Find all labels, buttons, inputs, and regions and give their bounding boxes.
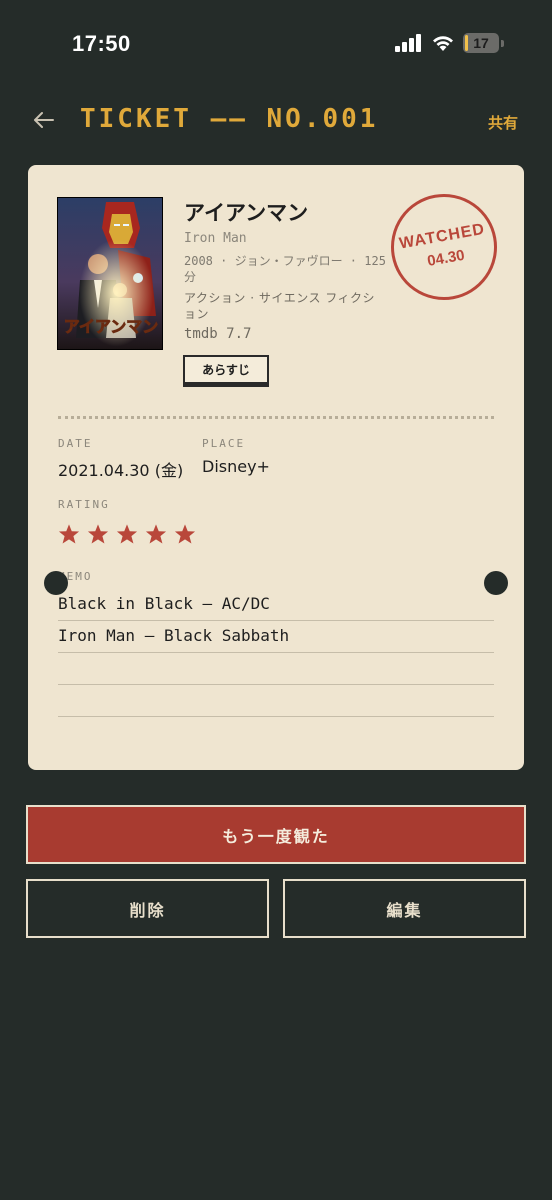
memo-line[interactable] bbox=[58, 685, 494, 717]
battery-level: 17 bbox=[473, 35, 489, 51]
edit-button[interactable]: 編集 bbox=[283, 879, 526, 938]
synopsis-button[interactable]: あらすじ bbox=[183, 355, 269, 384]
stamp-label: WATCHED bbox=[397, 220, 487, 253]
battery-cap bbox=[501, 39, 504, 47]
place-label: PLACE bbox=[202, 437, 246, 450]
ticket-notch-right bbox=[484, 571, 508, 595]
date-label: DATE bbox=[58, 437, 93, 450]
signal-icon bbox=[395, 34, 421, 52]
movie-poster: アイアンマン bbox=[57, 197, 163, 350]
memo-line[interactable] bbox=[58, 653, 494, 685]
back-arrow-icon[interactable] bbox=[32, 108, 56, 132]
wifi-icon bbox=[433, 36, 453, 51]
movie-title: アイアンマン bbox=[184, 201, 309, 225]
star-icon[interactable] bbox=[145, 523, 167, 545]
place-value: Disney+ bbox=[202, 457, 270, 476]
memo-line[interactable]: Iron Man – Black Sabbath bbox=[58, 621, 494, 653]
star-icon[interactable] bbox=[116, 523, 138, 545]
star-icon[interactable] bbox=[58, 523, 80, 545]
movie-meta: 2008 · ジョン・ファヴロー · 125分 bbox=[184, 254, 386, 284]
star-icon[interactable] bbox=[174, 523, 196, 545]
status-time: 17:50 bbox=[72, 31, 131, 56]
ticket-notch-left bbox=[44, 571, 68, 595]
rating-label: RATING bbox=[58, 498, 110, 511]
rating-stars bbox=[58, 523, 196, 545]
movie-original-title: Iron Man bbox=[184, 231, 247, 246]
movie-genres: アクション · サイエンス フィクション bbox=[184, 291, 376, 321]
date-value: 2021.04.30 (金) bbox=[58, 461, 184, 480]
page-title: TICKET —— NO.001 bbox=[80, 104, 379, 134]
share-button[interactable]: 共有 bbox=[488, 112, 518, 133]
poster-title: アイアンマン bbox=[64, 317, 159, 336]
stamp-date: 04.30 bbox=[425, 246, 466, 270]
delete-button[interactable]: 削除 bbox=[26, 879, 269, 938]
memo-line[interactable]: Black in Black – AC/DC bbox=[58, 589, 494, 621]
ticket-card: アイアンマン アイアンマン Iron Man 2008 · ジョン・ファヴロー … bbox=[28, 165, 524, 770]
status-icons: 17 bbox=[395, 33, 504, 53]
watched-stamp: WATCHED 04.30 bbox=[382, 185, 506, 309]
star-icon[interactable] bbox=[87, 523, 109, 545]
perforation-divider bbox=[58, 416, 494, 419]
watch-again-button[interactable]: もう一度観た bbox=[26, 805, 526, 864]
battery-icon: 17 bbox=[463, 33, 499, 53]
tmdb-score: tmdb 7.7 bbox=[184, 326, 252, 342]
